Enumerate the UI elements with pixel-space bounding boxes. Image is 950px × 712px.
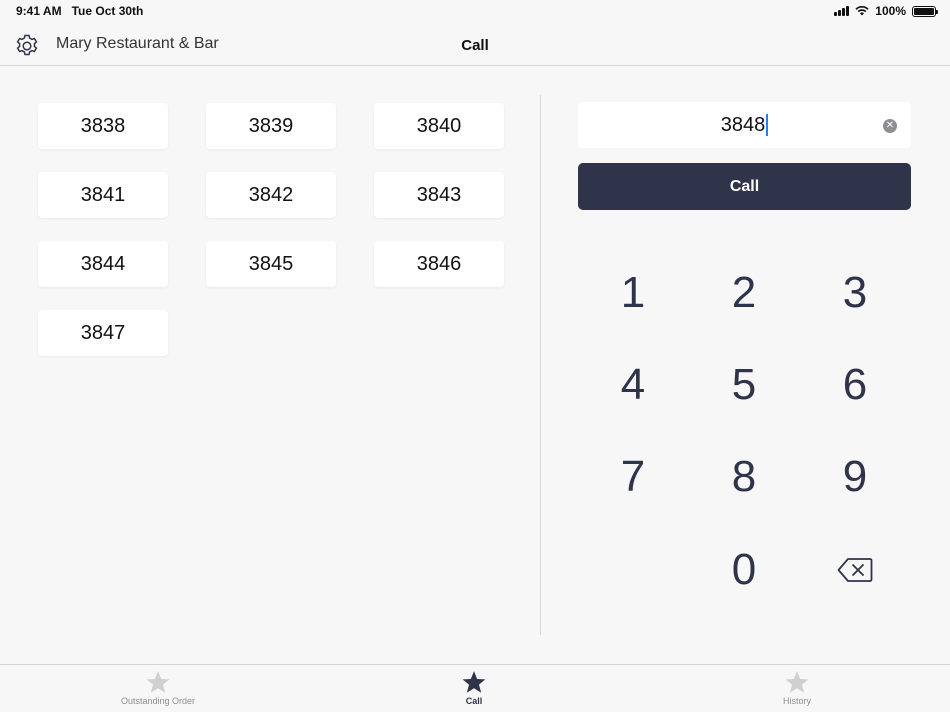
key-0[interactable]: 0 bbox=[704, 540, 784, 600]
tab-label: History bbox=[782, 696, 811, 706]
order-tile[interactable]: 3840 bbox=[374, 103, 504, 149]
backspace-icon bbox=[837, 558, 873, 582]
header: Mary Restaurant & Bar Call bbox=[0, 22, 950, 66]
status-indicators: 100% bbox=[834, 4, 938, 18]
key-6[interactable]: 6 bbox=[815, 355, 895, 415]
key-8[interactable]: 8 bbox=[704, 447, 784, 507]
order-grid: 3838 3839 3840 3841 3842 3843 3844 3845 … bbox=[38, 103, 504, 356]
key-4[interactable]: 4 bbox=[593, 355, 673, 415]
text-caret bbox=[766, 114, 769, 137]
order-tile[interactable]: 3842 bbox=[206, 172, 336, 218]
battery-fill bbox=[914, 7, 934, 15]
tab-label: Outstanding Order bbox=[120, 696, 196, 706]
key-1[interactable]: 1 bbox=[593, 263, 673, 323]
star-icon bbox=[785, 671, 809, 693]
tab-outstanding-order[interactable]: Outstanding Order bbox=[78, 665, 238, 712]
call-button[interactable]: Call bbox=[578, 163, 911, 210]
order-tile[interactable]: 3845 bbox=[206, 241, 336, 287]
key-2[interactable]: 2 bbox=[704, 263, 784, 323]
signal-icon bbox=[834, 6, 850, 16]
clear-icon[interactable]: ✕ bbox=[883, 119, 897, 133]
restaurant-name: Mary Restaurant & Bar bbox=[56, 35, 219, 52]
gear-icon[interactable] bbox=[14, 33, 40, 59]
wifi-icon bbox=[855, 6, 869, 16]
order-tile[interactable]: 3839 bbox=[206, 103, 336, 149]
tab-bar: Outstanding Order Call History bbox=[0, 664, 950, 712]
key-5[interactable]: 5 bbox=[704, 355, 784, 415]
tab-call[interactable]: Call bbox=[394, 665, 554, 712]
star-icon bbox=[462, 671, 486, 693]
order-tile[interactable]: 3847 bbox=[38, 310, 168, 356]
order-tile[interactable]: 3843 bbox=[374, 172, 504, 218]
status-bar: 9:41 AM Tue Oct 30th 100% bbox=[0, 0, 950, 22]
order-number-input[interactable]: 3848 ✕ bbox=[578, 102, 911, 148]
order-tile[interactable]: 3838 bbox=[38, 103, 168, 149]
order-number-value: 3848 bbox=[721, 114, 769, 137]
order-number-text: 3848 bbox=[720, 113, 766, 136]
backspace-key[interactable] bbox=[815, 540, 895, 600]
status-time-value: 9:41 AM bbox=[16, 4, 62, 18]
star-icon bbox=[146, 671, 170, 693]
status-date: Tue Oct 30th bbox=[71, 4, 144, 18]
panel-divider bbox=[540, 95, 541, 635]
order-tile[interactable]: 3841 bbox=[38, 172, 168, 218]
key-9[interactable]: 9 bbox=[815, 447, 895, 507]
key-7[interactable]: 7 bbox=[593, 447, 673, 507]
tab-history[interactable]: History bbox=[717, 665, 877, 712]
battery-icon bbox=[912, 5, 938, 17]
tab-label: Call bbox=[465, 696, 483, 706]
status-time: 9:41 AM Tue Oct 30th bbox=[16, 4, 143, 18]
order-tile[interactable]: 3844 bbox=[38, 241, 168, 287]
battery-percent: 100% bbox=[875, 4, 906, 18]
order-tile[interactable]: 3846 bbox=[374, 241, 504, 287]
key-3[interactable]: 3 bbox=[815, 263, 895, 323]
